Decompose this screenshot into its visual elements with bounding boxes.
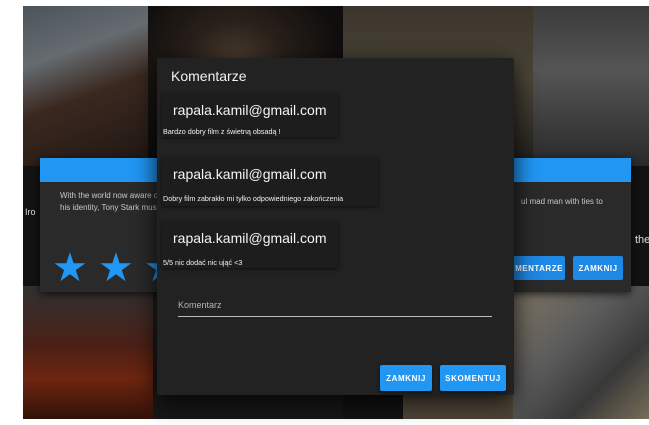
comment-item: rapala.kamil@gmail.com Bardzo dobry film…	[162, 94, 338, 137]
movie-card-right: ul mad man with ties to MENTARZE ZAMKNIJ	[503, 158, 631, 292]
comment-text: Bardzo dobry film z świetną obsadą !	[163, 127, 281, 136]
comment-field-label: Komentarz	[178, 300, 222, 310]
comment-item: rapala.kamil@gmail.com Dobry film zabrak…	[162, 158, 378, 206]
comment-author: rapala.kamil@gmail.com	[173, 230, 327, 246]
card-side-text: Iro	[25, 207, 36, 217]
movie-card-description: ul mad man with ties to	[521, 197, 603, 206]
close-button[interactable]: ZAMKNIJ	[380, 365, 432, 391]
comment-item: rapala.kamil@gmail.com 5/5 nic dodać nic…	[162, 222, 338, 268]
card-side-text: the	[635, 234, 649, 246]
comment-input[interactable]	[178, 316, 492, 317]
star-icon[interactable]: ★	[98, 248, 134, 288]
movie-card-description: With the world now aware of his identity…	[60, 191, 161, 216]
close-button[interactable]: ZAMKNIJ	[573, 256, 623, 280]
comment-author: rapala.kamil@gmail.com	[173, 166, 327, 182]
comment-text: Dobry film zabrakło mi tylko odpowiednie…	[163, 194, 344, 203]
star-icon[interactable]: ★	[52, 248, 88, 288]
comments-button[interactable]: MENTARZE	[513, 256, 565, 280]
comment-author: rapala.kamil@gmail.com	[173, 102, 327, 118]
comments-dialog: Komentarze rapala.kamil@gmail.com Bardzo…	[157, 58, 514, 395]
movie-card-header	[40, 158, 170, 182]
movie-card-left: With the world now aware of his identity…	[40, 158, 180, 292]
movie-card-header	[503, 158, 631, 182]
comment-submit-button[interactable]: SKOMENTUJ	[440, 365, 506, 391]
comment-text: 5/5 nic dodać nic ująć <3	[163, 258, 243, 267]
dialog-title: Komentarze	[171, 68, 247, 84]
